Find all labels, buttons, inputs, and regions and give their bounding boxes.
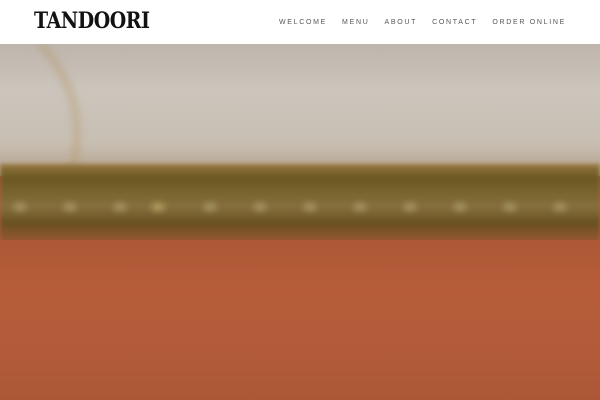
nav-link-menu[interactable]: MENU [342, 19, 369, 26]
nav-link-contact[interactable]: CONTACT [432, 19, 477, 26]
hero-background-image [0, 44, 600, 400]
main-nav: WELCOME MENU ABOUT CONTACT ORDER ONLINE [279, 0, 566, 44]
nav-link-order-online[interactable]: ORDER ONLINE [492, 19, 566, 26]
nav-link-welcome[interactable]: WELCOME [279, 19, 327, 26]
hero-overlay [0, 44, 600, 400]
page: TANDOORI WELCOME MENU ABOUT CONTACT ORDE… [0, 0, 600, 400]
site-header: TANDOORI WELCOME MENU ABOUT CONTACT ORDE… [0, 0, 600, 44]
logo-text: TANDOORI [34, 8, 150, 34]
logo-link[interactable]: TANDOORI [34, 8, 168, 34]
nav-link-about[interactable]: ABOUT [384, 19, 417, 26]
